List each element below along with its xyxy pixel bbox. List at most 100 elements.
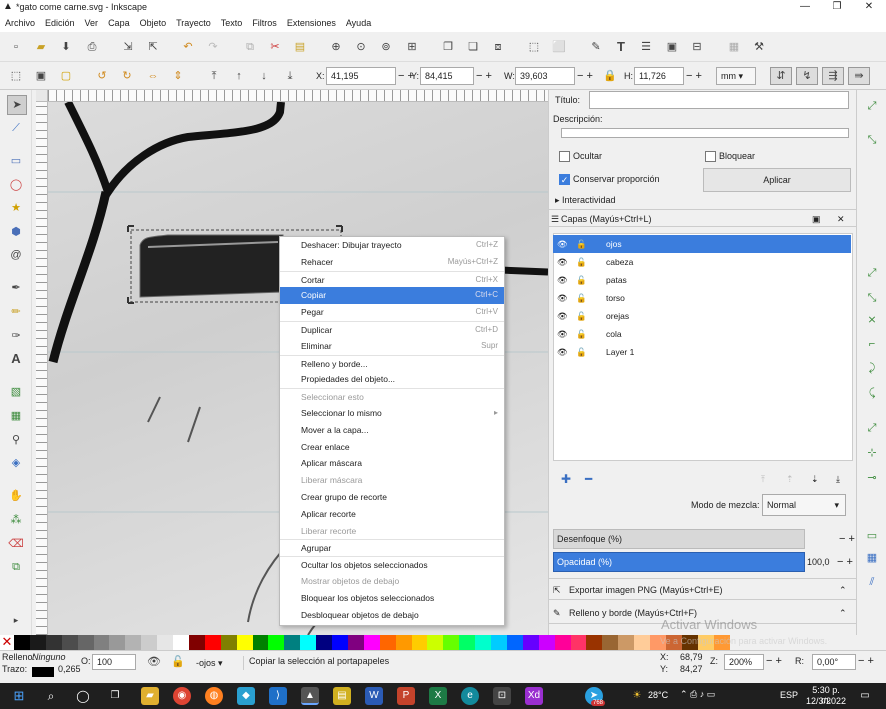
context-menu-item[interactable]: Deshacer: Dibujar trayecto Ctrl+Z <box>280 237 504 254</box>
status-opacity-field[interactable]: 100 <box>92 654 136 670</box>
layer-row[interactable]: 👁 🔓 torso <box>553 289 851 307</box>
layer-unlocked-icon[interactable]: 🔓 <box>576 235 587 253</box>
menu-filtros[interactable]: Filtros <box>247 15 282 32</box>
context-menu-item[interactable]: Propiedades del objeto... <box>280 371 504 388</box>
palette-swatch[interactable] <box>411 635 428 650</box>
palette-swatch[interactable] <box>29 635 46 650</box>
palette-swatch[interactable] <box>427 635 444 650</box>
layer-visible-icon[interactable]: 👁 <box>557 325 568 343</box>
x-field[interactable]: 41,195 <box>326 67 396 85</box>
layer-bottom-icon[interactable]: ⤓ <box>836 470 840 488</box>
palette-swatch[interactable] <box>491 635 507 650</box>
palette-swatch[interactable] <box>93 635 110 650</box>
layer-visible-icon[interactable]: 👁 <box>557 253 568 271</box>
hidden-checkbox[interactable] <box>559 151 570 162</box>
new-document-icon[interactable]: ▫ <box>8 39 24 55</box>
layer-row[interactable]: 👁 🔓 patas <box>553 271 851 289</box>
layer-up-icon[interactable]: ⇡ <box>786 470 794 488</box>
opacity-stepper[interactable]: − + <box>837 553 853 571</box>
search-icon[interactable]: ⌕ <box>42 687 60 705</box>
palette-swatch[interactable] <box>14 635 30 650</box>
fill-value[interactable]: Ninguno <box>32 652 66 663</box>
palette-swatch[interactable] <box>300 635 317 650</box>
tweak-tool-icon[interactable]: ✋ <box>8 488 24 504</box>
layer-down-icon[interactable]: ⇣ <box>811 470 819 488</box>
spray-tool-icon[interactable]: ⁂ <box>8 512 24 528</box>
snap-rotation-center-icon[interactable]: ⊹ <box>864 445 880 461</box>
snap-centers-icon[interactable]: ⤢ <box>864 420 880 436</box>
layer-unlocked-icon[interactable]: 🔓 <box>576 253 587 271</box>
layer-lock-icon[interactable]: 🔓 <box>170 654 186 670</box>
stroke-width[interactable]: 0,265 <box>58 664 81 675</box>
scale-stroke-icon[interactable]: ⇵ <box>770 67 792 85</box>
pencil-tool-icon[interactable]: ✏ <box>8 304 24 320</box>
lower-bottom-icon[interactable]: ⤓ <box>282 68 298 84</box>
palette-swatch[interactable] <box>538 635 555 650</box>
horizontal-ruler[interactable] <box>48 90 548 102</box>
text-font-icon[interactable]: T <box>613 39 629 55</box>
edge-icon[interactable]: e <box>461 687 479 705</box>
unit-select[interactable]: mm ▾ <box>716 67 756 85</box>
close-window-button[interactable]: ✕ <box>854 0 884 15</box>
print-icon[interactable]: ⎙ <box>84 39 100 55</box>
description-field[interactable] <box>561 128 849 138</box>
spiral-tool-icon[interactable]: @ <box>8 247 24 263</box>
raise-top-icon[interactable]: ⤒ <box>206 68 222 84</box>
layer-visible-icon[interactable]: 👁 <box>557 307 568 325</box>
rectangle-tool-icon[interactable]: ▭ <box>8 153 24 169</box>
palette-swatch[interactable] <box>125 635 142 650</box>
menu-trayecto[interactable]: Trayecto <box>171 15 216 32</box>
vertical-ruler[interactable] <box>36 102 48 635</box>
lock-checkbox[interactable] <box>705 151 716 162</box>
palette-swatch[interactable] <box>61 635 78 650</box>
text-tool-icon[interactable]: A <box>8 351 24 367</box>
move-gradients-icon[interactable]: ⇶ <box>822 67 844 85</box>
move-patterns-icon[interactable]: ⇛ <box>848 67 870 85</box>
sticky-notes-icon[interactable]: ▤ <box>333 687 351 705</box>
palette-swatch[interactable] <box>268 635 285 650</box>
file-explorer-icon[interactable]: ▰ <box>141 687 159 705</box>
mesh-tool-icon[interactable]: ▦ <box>8 408 24 424</box>
paint-bucket-tool-icon[interactable]: ◈ <box>8 455 24 471</box>
blend-mode-select[interactable]: Normal ▾ <box>762 494 846 516</box>
stroke-swatch[interactable] <box>32 667 54 677</box>
palette-swatch[interactable] <box>347 635 364 650</box>
layers-icon[interactable]: ☰ <box>638 39 654 55</box>
group-icon[interactable]: ⬚ <box>526 39 542 55</box>
symbols-icon[interactable]: ▦ <box>726 39 742 55</box>
rotate-ccw-icon[interactable]: ↺ <box>94 68 110 84</box>
layer-row[interactable]: 👁 🔓 cola <box>553 325 851 343</box>
context-menu-item[interactable]: Bloquear los objetos seleccionados <box>280 590 504 607</box>
palette-swatch[interactable] <box>284 635 301 650</box>
y-stepper[interactable]: − + <box>476 67 492 85</box>
palette-swatch[interactable] <box>634 635 651 650</box>
cut-icon[interactable]: ✂ <box>267 39 283 55</box>
task-view-icon[interactable]: ❐ <box>106 687 124 705</box>
palette-swatch[interactable] <box>45 635 62 650</box>
palette-swatch[interactable] <box>586 635 603 650</box>
firefox-icon[interactable]: ◍ <box>205 687 223 705</box>
palette-swatch[interactable] <box>618 635 635 650</box>
snap-path-intersections-icon[interactable]: ⨯ <box>864 312 880 328</box>
menu-archivo[interactable]: Archivo <box>0 15 40 32</box>
fill-stroke-icon[interactable]: ✎ <box>588 39 604 55</box>
layer-unlocked-icon[interactable]: 🔓 <box>576 343 587 361</box>
minimize-button[interactable]: — <box>790 0 820 15</box>
context-menu-item[interactable]: Copiar Ctrl+C <box>280 287 504 305</box>
palette-swatch[interactable] <box>316 635 333 650</box>
snap-bbox-icon[interactable]: ⤡ <box>864 132 880 148</box>
context-menu-item[interactable]: Mover a la capa... <box>280 422 504 439</box>
deselect-icon[interactable]: ▢ <box>58 68 74 84</box>
import-icon[interactable]: ⇲ <box>120 39 136 55</box>
select-all-icon[interactable]: ⬚ <box>8 68 24 84</box>
eraser-tool-icon[interactable]: ⌫ <box>8 536 24 552</box>
flip-vertical-icon[interactable]: ⇕ <box>170 68 186 84</box>
weather-temp[interactable]: 28°C <box>648 690 668 700</box>
raise-icon[interactable]: ↑ <box>231 68 247 84</box>
menu-texto[interactable]: Texto <box>216 15 248 32</box>
context-menu-item[interactable]: Duplicar Ctrl+D <box>280 320 504 338</box>
gradient-tool-icon[interactable]: ▧ <box>8 384 24 400</box>
palette-swatch[interactable] <box>220 635 237 650</box>
align-icon[interactable]: ⊟ <box>689 39 705 55</box>
node-tool-icon[interactable]: ⟋ <box>8 120 24 136</box>
